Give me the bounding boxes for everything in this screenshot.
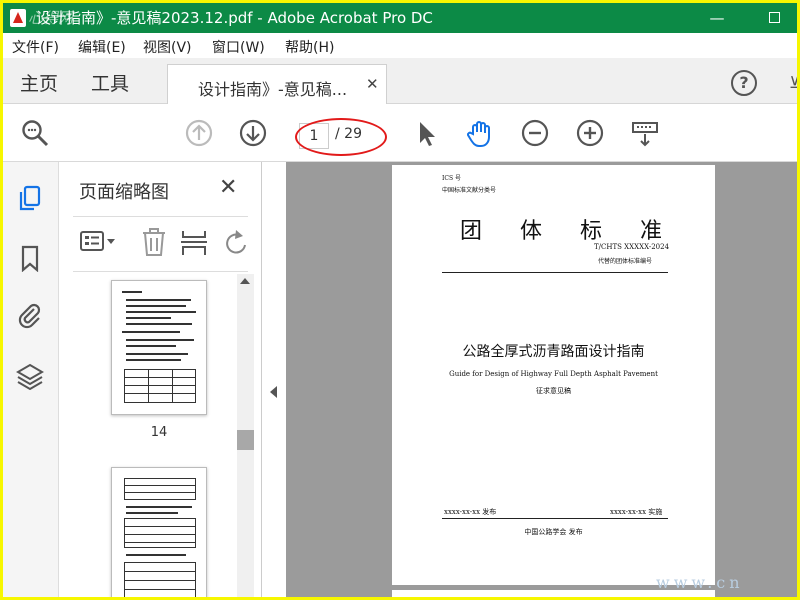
navigation-rail (3, 162, 59, 597)
replaced-standard: 代替的团体标准编号 (598, 258, 653, 265)
menu-edit[interactable]: 编辑(E) (78, 37, 126, 57)
maximize-icon (769, 12, 780, 23)
thumbnail-tools (73, 216, 248, 272)
footer-rule (442, 518, 668, 520)
panel-title: 页面缩略图 (79, 182, 169, 203)
options-menu-icon[interactable] (79, 227, 119, 257)
help-button[interactable]: ? (731, 70, 757, 96)
implementation-date: xxxx-xx-xx 实施 (610, 508, 663, 516)
ics-number: ICS 号 (442, 175, 461, 182)
issue-date: xxxx-xx-xx 发布 (444, 508, 497, 516)
document-title-en: Guide for Design of Highway Full Depth A… (449, 370, 658, 378)
tab-document[interactable]: 设计指南》-意见稿... ✕ (167, 64, 387, 105)
thumbnail-page-15[interactable] (111, 467, 207, 597)
zoom-out-icon[interactable] (520, 118, 550, 148)
thumbnail-page-number: 14 (150, 425, 168, 440)
menu-file[interactable]: 文件(F) (12, 37, 59, 57)
tab-close-button[interactable]: ✕ (366, 75, 379, 93)
publishing-organization: 中国公路学会 发布 (524, 528, 583, 536)
tab-document-label: 设计指南》-意见稿... (198, 80, 348, 99)
search-zoom-icon[interactable] (20, 118, 50, 148)
select-arrow-icon[interactable] (411, 118, 441, 148)
page-thumbnails-icon[interactable] (16, 184, 44, 212)
document-view[interactable]: ICS 号 中国标准文献分类号 团体标准 T/CHTS XXXXX-2024 代… (286, 162, 797, 597)
standard-code: T/CHTS XXXXX-2024 (594, 243, 670, 251)
thumbnail-scrollbar[interactable] (237, 274, 254, 597)
thumbnail-panel: 页面缩略图 ✕ 14 (59, 162, 262, 597)
keyboard-scroll-icon[interactable] (630, 118, 660, 148)
hand-tool-icon[interactable] (465, 118, 495, 148)
menu-help[interactable]: 帮助(H) (285, 37, 334, 57)
standard-heading: 团体标准 (460, 219, 701, 244)
rotate-page-icon[interactable] (223, 227, 248, 257)
scrollbar-thumb[interactable] (237, 430, 254, 450)
insert-page-icon[interactable] (179, 227, 209, 257)
layers-icon[interactable] (16, 362, 44, 391)
overflow-icon[interactable]: ⊻ (789, 73, 797, 92)
watermark-logo: www.cn (656, 573, 744, 592)
pdf-page: ICS 号 中国标准文献分类号 团体标准 T/CHTS XXXXX-2024 代… (392, 165, 715, 585)
classification-number: 中国标准文献分类号 (442, 187, 497, 194)
page-up-icon[interactable] (184, 118, 214, 148)
toolbar: 1 / 29 (3, 104, 797, 162)
acrobat-window: 设计指南》-意见稿2023.12.pdf - Adobe Acrobat Pro… (3, 3, 797, 597)
tab-row: 主页 工具 设计指南》-意见稿... ✕ ? ⊻ (3, 58, 797, 105)
zoom-in-icon[interactable] (575, 118, 605, 148)
window-title: 设计指南》-意见稿2023.12.pdf - Adobe Acrobat Pro… (36, 9, 433, 27)
panel-collapse-handle[interactable] (262, 162, 286, 597)
delete-page-icon[interactable] (139, 227, 169, 257)
tab-home[interactable]: 主页 (20, 69, 58, 96)
menu-window[interactable]: 窗口(W) (212, 37, 265, 57)
scroll-up-icon[interactable] (240, 278, 250, 284)
menu-bar: 文件(F) 编辑(E) 视图(V) 窗口(W) 帮助(H) (3, 33, 797, 58)
title-bar: 设计指南》-意见稿2023.12.pdf - Adobe Acrobat Pro… (3, 3, 797, 33)
panel-close-button[interactable]: ✕ (219, 175, 237, 200)
collapse-arrow-icon (270, 386, 277, 398)
document-title-cn: 公路全厚式沥青路面设计指南 (462, 344, 645, 360)
draft-stage: 征求意见稿 (536, 387, 571, 395)
menu-view[interactable]: 视图(V) (143, 37, 192, 57)
thumbnail-page-14[interactable] (111, 280, 207, 415)
header-rule (442, 272, 668, 274)
highlight-annotation (295, 118, 387, 156)
page-down-icon[interactable] (238, 118, 268, 148)
attachment-icon[interactable] (16, 302, 44, 330)
acrobat-logo-icon (10, 9, 26, 27)
maximize-button[interactable] (763, 6, 787, 30)
minimize-button[interactable]: — (705, 6, 729, 30)
watermark-logo-top: 心得网 (28, 9, 74, 27)
bookmark-icon[interactable] (16, 244, 44, 273)
tab-tools[interactable]: 工具 (91, 69, 129, 96)
